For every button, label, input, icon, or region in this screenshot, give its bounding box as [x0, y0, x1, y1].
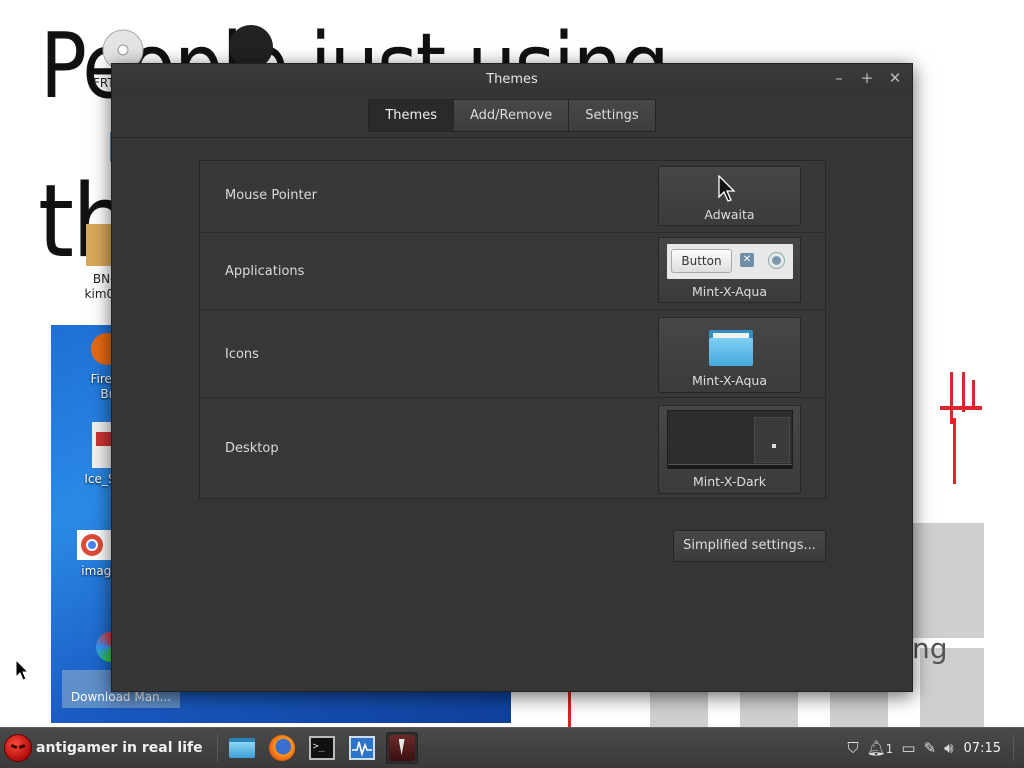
preview-radio-icon — [769, 253, 784, 268]
icons-theme-name: Mint-X-Aqua — [692, 373, 767, 388]
preview-checkbox-icon: ✕ — [740, 253, 754, 267]
window-titlebar[interactable]: Themes – + ✕ — [112, 64, 912, 94]
system-tray: ⛉ 🔔︎1 ▭ ✎ 🔊︎ 07:15 — [847, 735, 1024, 761]
clock[interactable]: 07:15 — [964, 741, 1001, 756]
applications-theme-name: Mint-X-Aqua — [692, 284, 767, 299]
theme-settings-list: Mouse Pointer Adwaita Applications Butto… — [199, 160, 826, 499]
row-label-applications: Applications — [225, 264, 305, 279]
row-desktop: Desktop Mint-X-Dark — [200, 398, 825, 498]
cursor-preview-icon — [718, 175, 736, 202]
file-manager-launcher[interactable] — [226, 732, 258, 764]
wallpaper-fragment-text: ng — [912, 632, 948, 665]
notification-count: 1 — [885, 742, 894, 756]
row-icons: Icons Mint-X-Aqua — [200, 310, 825, 398]
folder-icon — [228, 738, 255, 758]
window-title: Themes — [486, 71, 538, 87]
wallpaper-grey-block — [912, 523, 984, 638]
antigamer-face-icon — [4, 734, 32, 762]
system-monitor-icon — [348, 736, 375, 760]
tab-settings[interactable]: Settings — [569, 100, 655, 131]
row-label-mouse-pointer: Mouse Pointer — [225, 188, 317, 203]
row-applications: Applications Button ✕ Mint-X-Aqua — [200, 233, 825, 310]
icons-theme-button[interactable]: Mint-X-Aqua — [658, 317, 801, 393]
themes-content: Mouse Pointer Adwaita Applications Butto… — [112, 138, 912, 691]
folder-icon — [709, 330, 753, 366]
row-mouse-pointer: Mouse Pointer Adwaita — [200, 161, 825, 233]
wallpaper-grey-block — [740, 690, 798, 727]
system-monitor-launcher[interactable] — [346, 732, 378, 764]
wallpaper-red-mark — [940, 406, 982, 410]
antigamer-icon — [388, 735, 415, 761]
wallpaper-grey-block — [650, 690, 708, 727]
row-label-icons: Icons — [225, 347, 259, 362]
desktop-theme-button[interactable]: Mint-X-Dark — [658, 405, 801, 494]
volume-icon[interactable]: 🔊︎ — [944, 739, 953, 757]
display-icon[interactable]: ▭ — [901, 739, 915, 757]
mouse-pointer-theme-button[interactable]: Adwaita — [658, 166, 801, 226]
terminal-launcher[interactable]: >_ — [306, 732, 338, 764]
taskbar: antigamer in real life >_ ⛉ 🔔︎1 ▭ ✎ 🔊︎ 0… — [0, 727, 1024, 768]
simplified-settings-button[interactable]: Simplified settings... — [673, 530, 826, 562]
wallpaper-red-mark — [962, 372, 965, 412]
panel-launchers: >_ — [226, 732, 418, 764]
themes-window: Themes – + ✕ Themes Add/Remove Settings … — [111, 63, 913, 692]
close-button[interactable]: ✕ — [888, 70, 902, 86]
themes-window-task[interactable] — [385, 732, 418, 764]
mouse-cursor-icon — [15, 659, 29, 681]
menu-label: antigamer in real life — [36, 740, 203, 756]
notification-bell-icon[interactable]: 🔔︎1 — [867, 739, 894, 757]
preview-button: Button — [671, 249, 732, 273]
applications-theme-preview: Button ✕ — [667, 244, 793, 279]
menu-button[interactable]: antigamer in real life — [0, 728, 209, 768]
maximize-button[interactable]: + — [860, 70, 874, 86]
firefox-launcher[interactable] — [266, 732, 298, 764]
row-label-desktop: Desktop — [225, 441, 279, 456]
pen-icon[interactable]: ✎ — [924, 739, 937, 757]
shield-icon[interactable]: ⛉ — [847, 739, 858, 757]
terminal-icon: >_ — [308, 736, 335, 760]
desktop-theme-name: Mint-X-Dark — [692, 474, 767, 489]
tray-separator — [1013, 735, 1014, 761]
wallpaper-red-mark — [972, 380, 975, 410]
tab-bar: Themes Add/Remove Settings — [112, 94, 912, 138]
wallpaper-red-mark — [950, 372, 953, 424]
wallpaper-red-mark — [953, 418, 956, 484]
applications-theme-button[interactable]: Button ✕ Mint-X-Aqua — [658, 237, 801, 303]
taskbar-separator — [216, 734, 218, 762]
desktop-theme-preview — [667, 410, 793, 469]
wallpaper-grey-block — [830, 690, 888, 727]
mouse-pointer-theme-name: Adwaita — [704, 207, 755, 222]
firefox-icon — [268, 735, 295, 761]
minimize-button[interactable]: – — [832, 70, 846, 86]
tab-add-remove[interactable]: Add/Remove — [453, 100, 570, 131]
tab-themes[interactable]: Themes — [369, 100, 454, 131]
